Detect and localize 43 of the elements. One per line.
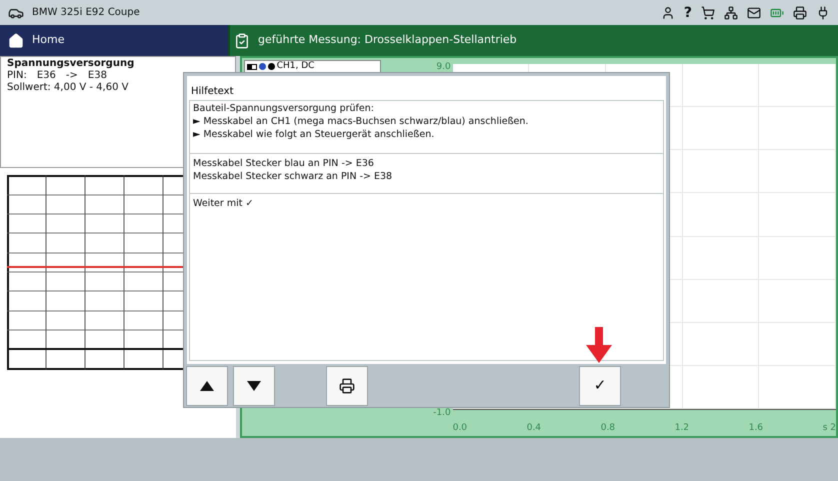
channel-label: CH1, DC [244, 60, 381, 73]
up-triangle-icon [200, 380, 214, 390]
probe-icon [246, 64, 257, 70]
help-text-line: Weiter mit ✓ [193, 197, 254, 210]
person-icon[interactable] [660, 6, 675, 20]
plug-icon[interactable] [816, 6, 830, 20]
dialog-title: Hilfetext [190, 85, 234, 99]
cart-icon[interactable] [701, 6, 715, 20]
x-axis-label: 0.8 [600, 422, 616, 435]
x-axis-label: s 2 [822, 422, 836, 435]
x-axis-label: 1.6 [748, 422, 764, 435]
home-tab[interactable]: Home [0, 25, 228, 56]
scroll-up-button[interactable] [186, 366, 228, 406]
help-text-line: Messkabel Stecker blau an PIN -> E36 [193, 157, 375, 170]
target-value: Sollwert: 4,00 V - 4,60 V [7, 82, 128, 94]
clipboard-icon [234, 32, 250, 48]
x-axis-label: 1.2 [674, 422, 690, 435]
home-icon [8, 32, 24, 48]
help-button[interactable]: ? [684, 6, 692, 20]
info-title: Spannungsversorgung [7, 58, 136, 70]
pin-text: E38 [88, 70, 107, 82]
help-text-line: ► Messkabel an CH1 (mega macs-Buchsen schwarz/blau) anschließen. [193, 115, 530, 128]
x-axis-label: 0.0 [452, 422, 468, 435]
y-axis-label: 9.0 [436, 61, 451, 74]
help-text-line: Messkabel Stecker schwarz an PIN -> E38 [193, 170, 394, 183]
pin-text: -> [66, 70, 78, 82]
scroll-down-button[interactable] [233, 366, 275, 406]
help-text-line: Bauteil-Spannungsversorgung prüfen: [193, 102, 375, 115]
network-icon[interactable] [724, 6, 738, 20]
pin-text: PIN: [7, 70, 27, 82]
mail-icon[interactable] [747, 6, 761, 20]
page-title: geführte Messung: Drosselklappen-Stellantrieb [258, 32, 517, 48]
confirm-button[interactable]: ✓ [579, 366, 621, 406]
help-text-line: ► Messkabel wie folgt an Steuergerät anschließen. [193, 128, 436, 141]
x-axis-label: 0.4 [526, 422, 542, 435]
printer-icon [339, 378, 355, 394]
printer-icon[interactable] [793, 6, 807, 20]
pin-text: E36 [36, 70, 56, 82]
print-button[interactable] [326, 366, 368, 406]
vehicle-name: BMW 325i E92 Coupe [32, 6, 140, 20]
down-triangle-icon [247, 380, 261, 390]
down-arrow [586, 327, 612, 363]
y-axis-label: -1.0 [433, 406, 451, 420]
